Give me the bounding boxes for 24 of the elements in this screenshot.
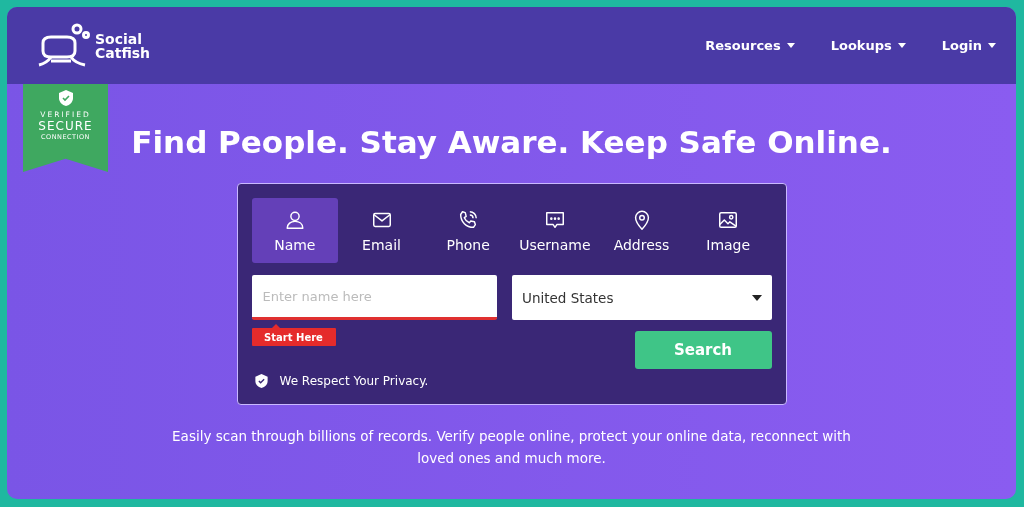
name-input[interactable]: Enter name here xyxy=(251,275,497,320)
caret-icon xyxy=(988,43,996,48)
badge-text: SECURE xyxy=(38,119,93,133)
shield-icon xyxy=(58,90,73,106)
headline: Find People. Stay Aware. Keep Safe Online. xyxy=(131,124,892,160)
privacy-note: We Respect Your Privacy. xyxy=(279,374,429,388)
search-tab[interactable]: Email xyxy=(338,198,425,263)
phone-icon xyxy=(457,208,480,231)
search-tab[interactable]: Image xyxy=(684,198,772,263)
search-tab[interactable]: Username xyxy=(511,198,599,263)
search-tab[interactable]: Name xyxy=(251,198,339,263)
caret-icon xyxy=(751,294,762,301)
description: Easily scan through billions of records. Verify people online, protect your online data, reconnect with loved ones and much more. xyxy=(171,427,852,468)
country-select[interactable]: United States xyxy=(512,275,772,320)
logo-text: Social xyxy=(95,31,144,46)
search-tab[interactable]: Phone xyxy=(424,198,512,263)
nav-menu[interactable]: Resources xyxy=(705,38,795,53)
nav-menu[interactable]: Lookups xyxy=(830,38,906,53)
caret-icon xyxy=(786,43,795,48)
nav-menu[interactable]: Login xyxy=(941,38,996,53)
logo-text: Catfish xyxy=(95,45,151,60)
caret-icon xyxy=(897,43,906,48)
shield-icon xyxy=(254,374,268,388)
search-tab[interactable]: Address xyxy=(598,198,685,263)
